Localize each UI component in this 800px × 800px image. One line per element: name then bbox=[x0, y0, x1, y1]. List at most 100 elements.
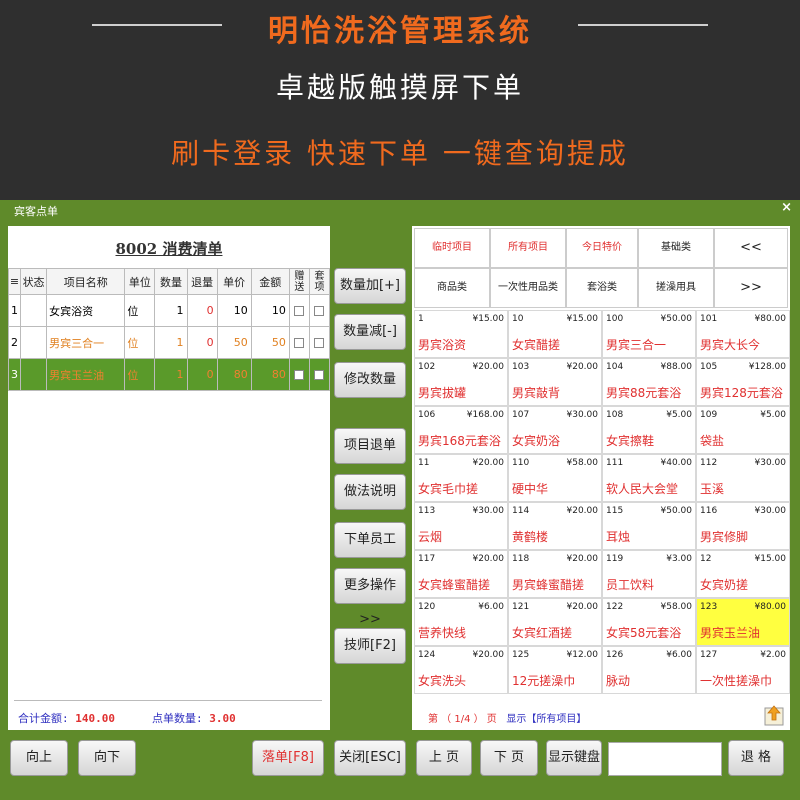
backspace-button[interactable]: 退 格 bbox=[728, 740, 784, 776]
menu-item-code: 103 bbox=[512, 362, 530, 372]
close-button[interactable]: 关闭[ESC] bbox=[334, 740, 406, 776]
banner-subtitle: 卓越版触摸屏下单 bbox=[275, 71, 524, 104]
order-staff-button[interactable]: 下单员工 bbox=[334, 522, 406, 558]
menu-item[interactable]: 111 ¥40.00 软人民大会堂 bbox=[602, 454, 696, 502]
menu-item-price: ¥20.00 bbox=[472, 362, 505, 372]
menu-item-name: 女宾红酒搓 bbox=[512, 626, 573, 640]
menu-item[interactable]: 106 ¥168.00 男宾168元套浴 bbox=[414, 406, 508, 454]
edit-qty-button[interactable]: 修改数量 bbox=[334, 362, 406, 398]
menu-item[interactable]: 110 ¥58.00 硬中华 bbox=[508, 454, 602, 502]
row-unit: 位 bbox=[124, 294, 156, 327]
menu-item[interactable]: 108 ¥5.00 女宾擦鞋 bbox=[602, 406, 696, 454]
row-amount: 80 bbox=[250, 358, 290, 391]
menu-item[interactable]: 126 ¥6.00 脉动 bbox=[602, 646, 696, 694]
menu-item[interactable]: 101 ¥80.00 男宾大长今 bbox=[696, 310, 790, 358]
cat-next-icon[interactable]: >> bbox=[714, 268, 788, 308]
cat-goods[interactable]: 商品类 bbox=[414, 268, 490, 308]
menu-item[interactable]: 117 ¥20.00 女宾蜂蜜醋搓 bbox=[414, 550, 508, 598]
close-icon[interactable]: × bbox=[781, 200, 792, 215]
upload-icon[interactable] bbox=[764, 704, 784, 726]
menu-item-name: 男宾大长今 bbox=[700, 338, 761, 352]
menu-item[interactable]: 127 ¥2.00 一次性搓澡巾 bbox=[696, 646, 790, 694]
menu-item[interactable]: 12 ¥15.00 女宾奶搓 bbox=[696, 550, 790, 598]
cat-all[interactable]: 所有项目 bbox=[490, 228, 566, 268]
menu-item[interactable]: 105 ¥128.00 男宾128元套浴 bbox=[696, 358, 790, 406]
menu-item-code: 122 bbox=[606, 602, 624, 612]
move-up-button[interactable]: 向上 bbox=[10, 740, 68, 776]
menu-item[interactable]: 115 ¥50.00 耳烛 bbox=[602, 502, 696, 550]
row-gift-checkbox[interactable] bbox=[288, 358, 310, 391]
menu-item-price: ¥20.00 bbox=[566, 602, 599, 612]
submit-order-button[interactable]: 落单[F8] bbox=[252, 740, 324, 776]
row-gift-checkbox[interactable] bbox=[288, 294, 310, 327]
menu-item[interactable]: 120 ¥6.00 营养快线 bbox=[414, 598, 508, 646]
menu-item[interactable]: 10 ¥15.00 女宾醋搓 bbox=[508, 310, 602, 358]
technician-button[interactable]: 技师[F2] bbox=[334, 628, 406, 664]
menu-item-name: 女宾58元套浴 bbox=[606, 626, 682, 640]
cat-special[interactable]: 今日特价 bbox=[566, 228, 638, 268]
menu-item-code: 100 bbox=[606, 314, 624, 324]
menu-item[interactable]: 121 ¥20.00 女宾红酒搓 bbox=[508, 598, 602, 646]
col-package: 套项 bbox=[308, 268, 331, 295]
menu-item[interactable]: 123 ¥80.00 男宾玉兰油 bbox=[696, 598, 790, 646]
qty-minus-button[interactable]: 数量减[-] bbox=[334, 314, 406, 350]
menu-item-code: 11 bbox=[418, 458, 430, 468]
item-refund-button[interactable]: 项目退单 bbox=[334, 428, 406, 464]
row-package-checkbox[interactable] bbox=[308, 326, 331, 359]
menu-item[interactable]: 125 ¥12.00 12元搓澡巾 bbox=[508, 646, 602, 694]
next-page-button[interactable]: 下 页 bbox=[480, 740, 538, 776]
cat-basic[interactable]: 基础类 bbox=[638, 228, 714, 268]
page-indicator: 第 （ 1/4 ） 页 bbox=[428, 714, 497, 725]
row-status bbox=[20, 326, 48, 359]
table-row-selected[interactable]: 3 男宾玉兰油 位 1 0 80 80 bbox=[7, 358, 331, 391]
menu-icon[interactable]: ≡ bbox=[7, 268, 22, 295]
menu-item-price: ¥15.00 bbox=[566, 314, 599, 324]
row-qty: 1 bbox=[154, 358, 188, 391]
menu-item-price: ¥20.00 bbox=[566, 362, 599, 372]
prev-page-button[interactable]: 上 页 bbox=[416, 740, 472, 776]
order-table: ≡ 状态 项目名称 单位 数量 退量 单价 金额 赠送 套项 1 女宾浴资 位 … bbox=[7, 268, 331, 391]
menu-item[interactable]: 103 ¥20.00 男宾敲背 bbox=[508, 358, 602, 406]
move-down-button[interactable]: 向下 bbox=[78, 740, 136, 776]
menu-item[interactable]: 124 ¥20.00 女宾洗头 bbox=[414, 646, 508, 694]
totals-divider bbox=[14, 700, 322, 701]
qty-plus-button[interactable]: 数量加[+] bbox=[334, 268, 406, 304]
cat-disposable[interactable]: 一次性用品类 bbox=[490, 268, 566, 308]
menu-item[interactable]: 11 ¥20.00 女宾毛巾搓 bbox=[414, 454, 508, 502]
cat-bath-package[interactable]: 套浴类 bbox=[566, 268, 638, 308]
more-actions-button[interactable]: 更多操作>> bbox=[334, 568, 406, 627]
menu-item[interactable]: 1 ¥15.00 男宾浴资 bbox=[414, 310, 508, 358]
menu-item[interactable]: 114 ¥20.00 黄鹤楼 bbox=[508, 502, 602, 550]
show-keyboard-button[interactable]: 显示键盘 bbox=[546, 740, 602, 776]
total-amount-label: 合计金额: bbox=[18, 712, 69, 725]
code-input[interactable] bbox=[608, 742, 722, 776]
menu-item[interactable]: 100 ¥50.00 男宾三合一 bbox=[602, 310, 696, 358]
menu-item[interactable]: 112 ¥30.00 玉溪 bbox=[696, 454, 790, 502]
menu-item[interactable]: 104 ¥88.00 男宾88元套浴 bbox=[602, 358, 696, 406]
menu-item-code: 10 bbox=[512, 314, 524, 324]
menu-item-name: 软人民大会堂 bbox=[606, 482, 679, 496]
menu-item-code: 102 bbox=[418, 362, 436, 372]
menu-item[interactable]: 113 ¥30.00 云烟 bbox=[414, 502, 508, 550]
col-amount: 金额 bbox=[250, 268, 290, 295]
menu-item[interactable]: 118 ¥20.00 男宾蜂蜜醋搓 bbox=[508, 550, 602, 598]
col-status: 状态 bbox=[20, 268, 48, 295]
table-row[interactable]: 2 男宾三合一 位 1 0 50 50 bbox=[7, 326, 331, 359]
menu-item-code: 12 bbox=[700, 554, 712, 564]
cat-scrub-tools[interactable]: 搓澡用具 bbox=[638, 268, 714, 308]
row-package-checkbox[interactable] bbox=[308, 294, 331, 327]
menu-item[interactable]: 116 ¥30.00 男宾修脚 bbox=[696, 502, 790, 550]
order-count-label: 点单数量: bbox=[152, 712, 203, 725]
table-row[interactable]: 1 女宾浴资 位 1 0 10 10 bbox=[7, 294, 331, 327]
row-gift-checkbox[interactable] bbox=[288, 326, 310, 359]
menu-item[interactable]: 109 ¥5.00 袋盐 bbox=[696, 406, 790, 454]
menu-item[interactable]: 107 ¥30.00 女宾奶浴 bbox=[508, 406, 602, 454]
menu-item[interactable]: 122 ¥58.00 女宾58元套浴 bbox=[602, 598, 696, 646]
menu-item[interactable]: 119 ¥3.00 员工饮料 bbox=[602, 550, 696, 598]
method-note-button[interactable]: 做法说明 bbox=[334, 474, 406, 510]
row-package-checkbox[interactable] bbox=[308, 358, 331, 391]
cat-temp[interactable]: 临时项目 bbox=[414, 228, 490, 268]
menu-item[interactable]: 102 ¥20.00 男宾拔罐 bbox=[414, 358, 508, 406]
cat-prev-icon[interactable]: << bbox=[714, 228, 788, 268]
menu-item-name: 男宾拔罐 bbox=[418, 386, 467, 400]
